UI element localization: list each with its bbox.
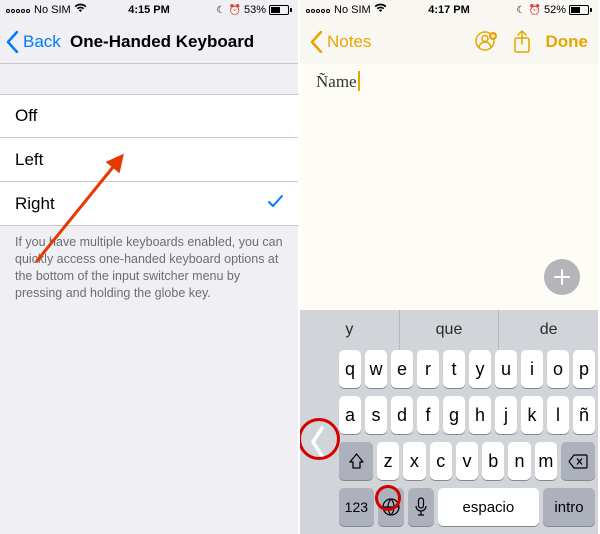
numbers-key[interactable]: 123 [339, 488, 374, 526]
expand-keyboard-handle[interactable] [300, 350, 336, 534]
status-bar: No SIM 4:15 PM ☾ ⏰ 53% [0, 0, 298, 20]
share-button[interactable] [512, 30, 532, 54]
suggestion[interactable]: que [400, 310, 500, 350]
return-key[interactable]: intro [543, 488, 595, 526]
back-label: Back [23, 32, 61, 52]
suggestion[interactable]: de [499, 310, 598, 350]
list-gap [0, 64, 298, 94]
key-f[interactable]: f [417, 396, 439, 434]
shift-key[interactable] [339, 442, 373, 480]
suggestion-bar: y que de [300, 310, 598, 350]
key-c[interactable]: c [430, 442, 452, 480]
microphone-icon [414, 497, 428, 517]
carrier-label: No SIM [34, 4, 71, 16]
key-x[interactable]: x [403, 442, 425, 480]
key-w[interactable]: w [365, 350, 387, 388]
navigation-bar: Back One-Handed Keyboard [0, 20, 298, 64]
done-button[interactable]: Done [546, 32, 589, 52]
dnd-icon: ☾ [517, 5, 526, 16]
key-m[interactable]: m [535, 442, 557, 480]
status-bar: No SIM 4:17 PM ☾ ⏰ 52% [300, 0, 598, 20]
option-label: Left [15, 150, 43, 170]
option-label: Off [15, 106, 37, 126]
add-person-button[interactable] [474, 30, 498, 54]
checkmark-icon [268, 194, 283, 214]
text-cursor [358, 71, 360, 91]
key-row-1: q w e r t y u i o p [336, 350, 598, 388]
key-s[interactable]: s [365, 396, 387, 434]
key-row-4: 123 espacio intro [336, 488, 598, 526]
battery-pct: 53% [244, 4, 266, 16]
add-attachment-button[interactable] [544, 259, 580, 295]
chevron-left-icon [310, 31, 323, 53]
wifi-icon [374, 3, 387, 16]
battery-icon [269, 5, 292, 15]
section-footer: If you have multiple keyboards enabled, … [0, 226, 298, 310]
key-i[interactable]: i [521, 350, 543, 388]
plus-icon [553, 268, 571, 286]
page-title: One-Handed Keyboard [70, 32, 254, 52]
key-enye[interactable]: ñ [573, 396, 595, 434]
navigation-bar: Notes Done [300, 20, 598, 64]
wifi-icon [74, 3, 87, 16]
key-row-2: a s d f g h j k l ñ [336, 396, 598, 434]
backspace-icon [568, 454, 588, 469]
key-e[interactable]: e [391, 350, 413, 388]
key-q[interactable]: q [339, 350, 361, 388]
key-r[interactable]: r [417, 350, 439, 388]
battery-pct: 52% [544, 4, 566, 16]
back-button[interactable]: Back [0, 31, 61, 53]
delete-key[interactable] [561, 442, 595, 480]
key-a[interactable]: a [339, 396, 361, 434]
option-right[interactable]: Right [0, 182, 298, 226]
key-k[interactable]: k [521, 396, 543, 434]
key-row-3: z x c v b n m [336, 442, 598, 480]
globe-icon [381, 497, 401, 517]
back-label: Notes [327, 32, 371, 52]
key-u[interactable]: u [495, 350, 517, 388]
key-v[interactable]: v [456, 442, 478, 480]
keyboard: y que de q w e r t y u i o p [300, 310, 598, 534]
key-l[interactable]: l [547, 396, 569, 434]
battery-icon [569, 5, 592, 15]
alarm-icon: ⏰ [229, 5, 241, 16]
key-p[interactable]: p [573, 350, 595, 388]
note-body[interactable]: Ñame [300, 64, 598, 310]
key-g[interactable]: g [443, 396, 465, 434]
signal-icon [306, 4, 331, 16]
suggestion[interactable]: y [300, 310, 400, 350]
key-h[interactable]: h [469, 396, 491, 434]
key-o[interactable]: o [547, 350, 569, 388]
option-left[interactable]: Left [0, 138, 298, 182]
keyboard-keys: q w e r t y u i o p a s d f g h [336, 350, 598, 534]
note-text: Ñame [316, 72, 357, 91]
alarm-icon: ⏰ [529, 5, 541, 16]
dnd-icon: ☾ [217, 5, 226, 16]
dictation-key[interactable] [408, 488, 434, 526]
key-n[interactable]: n [508, 442, 530, 480]
key-j[interactable]: j [495, 396, 517, 434]
globe-key[interactable] [378, 488, 404, 526]
key-d[interactable]: d [391, 396, 413, 434]
key-b[interactable]: b [482, 442, 504, 480]
option-label: Right [15, 194, 55, 214]
settings-screen: No SIM 4:15 PM ☾ ⏰ 53% Back One-Handed K… [0, 0, 298, 534]
screenshot-pair: No SIM 4:15 PM ☾ ⏰ 53% Back One-Handed K… [0, 0, 600, 534]
chevron-left-icon [6, 31, 19, 53]
key-y[interactable]: y [469, 350, 491, 388]
carrier-label: No SIM [334, 4, 371, 16]
space-key[interactable]: espacio [438, 488, 539, 526]
signal-icon [6, 4, 31, 16]
chevron-left-icon [309, 422, 327, 462]
key-z[interactable]: z [377, 442, 399, 480]
back-button[interactable]: Notes [310, 31, 371, 53]
shift-icon [348, 453, 365, 470]
notes-screen: No SIM 4:17 PM ☾ ⏰ 52% Notes [298, 0, 598, 534]
key-t[interactable]: t [443, 350, 465, 388]
option-off[interactable]: Off [0, 94, 298, 138]
